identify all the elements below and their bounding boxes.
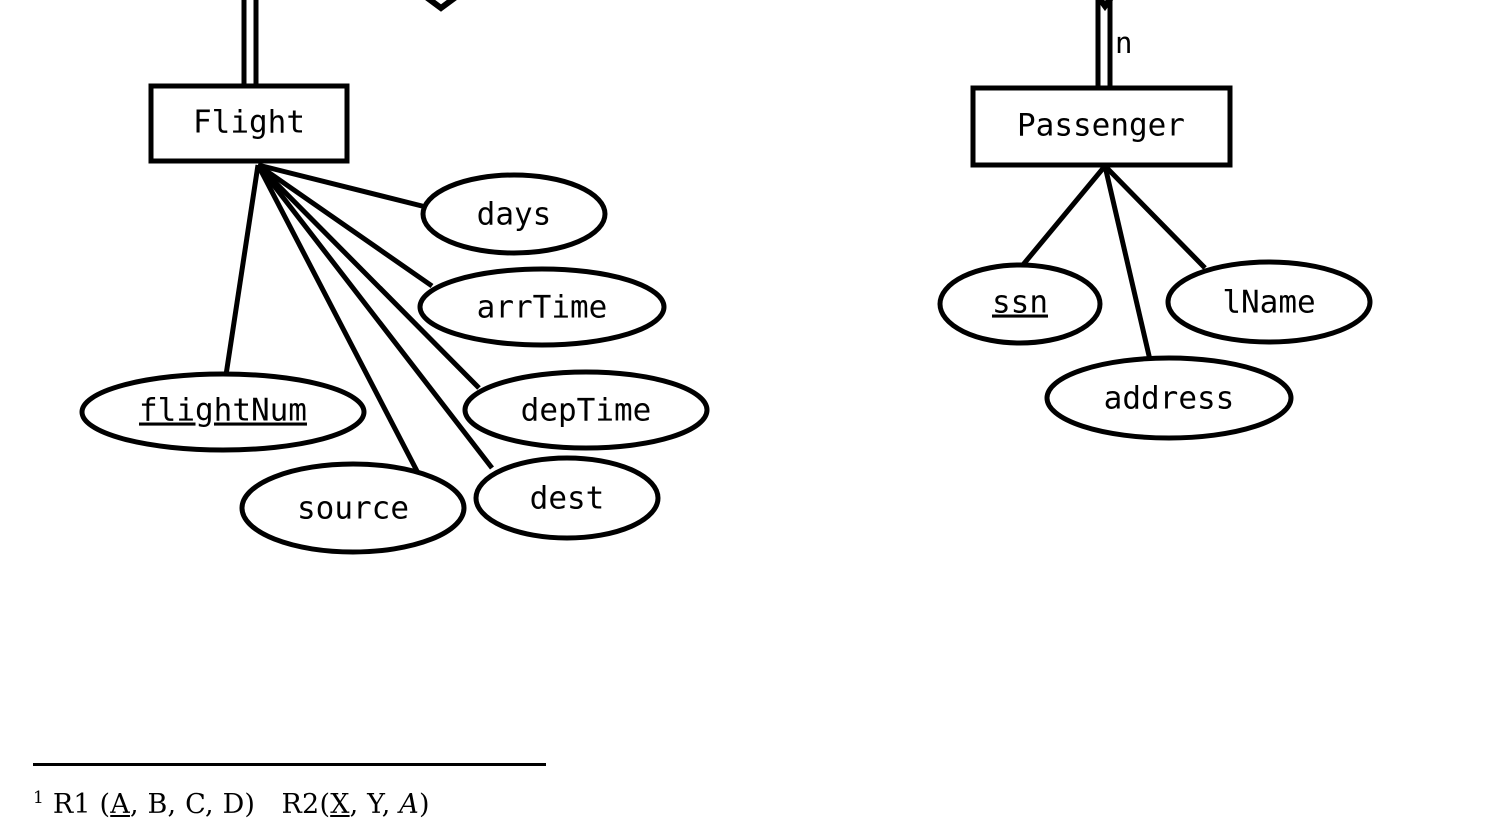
attribute-label-address: address	[1104, 381, 1235, 417]
attribute-label-dest: dest	[530, 481, 605, 517]
footnote-text: 1 R1 (A, B, C, D) R2(X, Y, A)	[33, 788, 430, 820]
footnote-separator-rule	[33, 763, 546, 766]
entity-label-passenger: Passenger	[1017, 108, 1185, 144]
attribute-flightnum[interactable]: flightNum	[79, 371, 367, 453]
attribute-days[interactable]: days	[420, 172, 608, 256]
relationship-diamond-left[interactable]	[395, 0, 487, 12]
er-diagram-svg: n days arrTime flightNum depTime source …	[79, 0, 1373, 555]
attribute-arrtime[interactable]: arrTime	[417, 266, 667, 348]
attribute-label-ssn: ssn	[992, 285, 1048, 321]
cardinality-label-n: n	[1115, 26, 1132, 60]
passenger-participation-connector[interactable]: n	[1095, 0, 1132, 90]
attribute-deptime[interactable]: depTime	[462, 369, 710, 451]
diamond-shape-left	[425, 0, 457, 12]
edge-passenger-lname	[1103, 164, 1207, 270]
attribute-dest[interactable]: dest	[473, 455, 661, 541]
footnote-r1-rest: , B, C, D)	[129, 789, 256, 820]
attribute-label-source: source	[297, 491, 409, 527]
attribute-label-flightnum: flightNum	[139, 393, 307, 429]
entity-flight[interactable]: Flight	[148, 83, 350, 164]
flight-participation-connector[interactable]	[241, 0, 259, 88]
attribute-ssn[interactable]: ssn	[937, 262, 1103, 346]
attribute-address[interactable]: address	[1044, 355, 1294, 441]
attribute-lname[interactable]: lName	[1165, 259, 1373, 345]
footnote-r2-key: X	[330, 789, 350, 820]
er-diagram-canvas: n days arrTime flightNum depTime source …	[0, 0, 1492, 836]
footnote-marker: 1	[33, 788, 45, 808]
attribute-label-deptime: depTime	[521, 393, 652, 429]
footnote-r2-suffix: )	[419, 789, 430, 820]
footnote-r1-prefix: R1 (	[44, 789, 111, 820]
entity-passenger[interactable]: Passenger	[970, 85, 1233, 168]
edge-passenger-address	[1102, 165, 1153, 361]
relationship-diamond-right[interactable]	[1083, 0, 1127, 12]
attribute-label-lname: lName	[1222, 285, 1315, 321]
footnote-r2-mid: , Y,	[349, 789, 400, 820]
footnote-r2-prefix: R2(	[281, 789, 331, 820]
footnote-gap	[255, 789, 281, 820]
footnote-r1-key: A	[110, 789, 130, 820]
attribute-label-days: days	[477, 197, 552, 233]
attribute-source[interactable]: source	[239, 461, 467, 555]
attribute-label-arrtime: arrTime	[477, 290, 608, 326]
edge-flight-arrtime	[256, 162, 434, 289]
edge-flight-flightnum	[223, 164, 261, 376]
footnote-r2-foreign-key: A	[399, 789, 419, 820]
diamond-shape-right	[1096, 0, 1114, 12]
edge-passenger-ssn	[1020, 164, 1107, 268]
entity-label-flight: Flight	[193, 105, 305, 141]
